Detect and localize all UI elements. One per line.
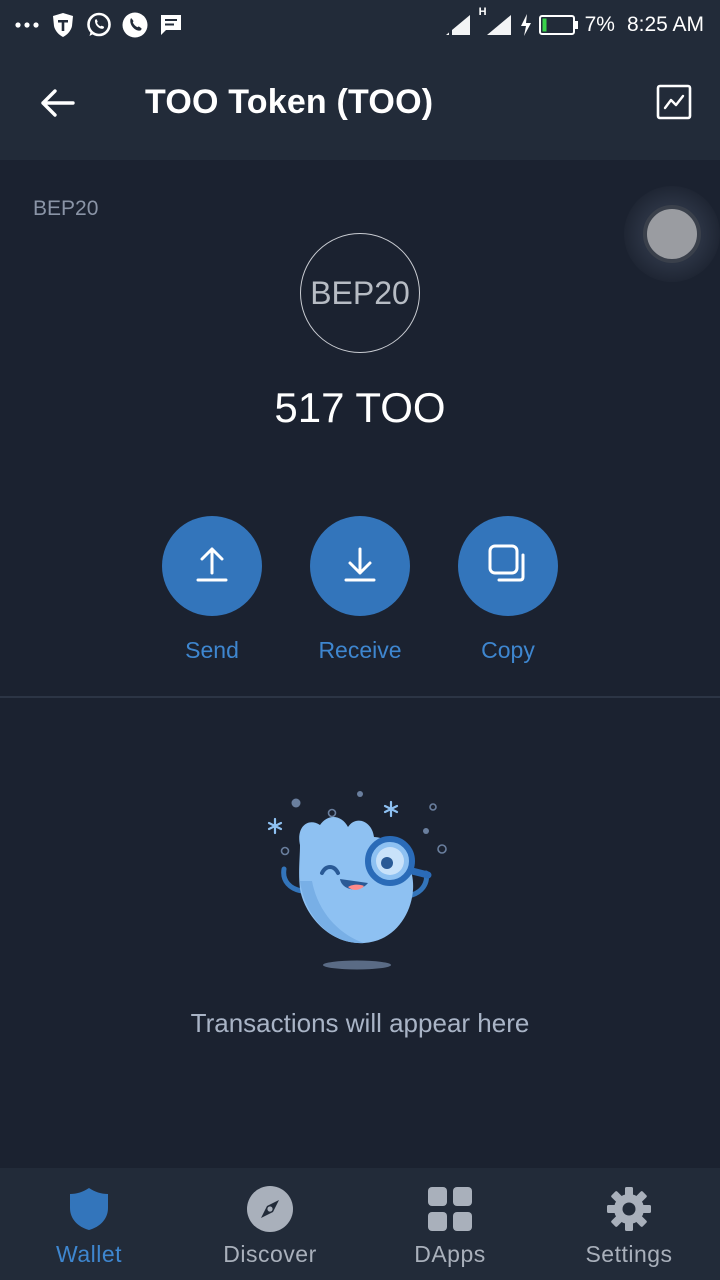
nav-item-dapps[interactable]: DApps <box>395 1168 505 1280</box>
toggle-knob-inner <box>643 205 701 263</box>
message-icon <box>158 12 184 38</box>
nav-item-settings[interactable]: Settings <box>568 1168 690 1280</box>
token-logo: BEP20 <box>300 233 420 353</box>
nav-label-discover: Discover <box>223 1241 317 1267</box>
nav-label-settings: Settings <box>585 1241 673 1267</box>
download-arrow-icon <box>343 545 377 588</box>
copy-action: Copy <box>448 516 568 664</box>
gear-icon <box>605 1185 653 1233</box>
app-header: TOO Token (TOO) <box>0 50 720 160</box>
send-button[interactable] <box>162 516 262 616</box>
receive-action: Receive <box>300 516 420 664</box>
signal-icon <box>443 12 473 38</box>
page-title: TOO Token (TOO) <box>145 83 434 121</box>
empty-state-text: Transactions will appear here <box>190 1008 530 1038</box>
signal-h-icon: H <box>479 6 513 38</box>
send-label[interactable]: Send <box>185 637 239 664</box>
divider <box>0 696 720 698</box>
copy-label[interactable]: Copy <box>481 637 535 664</box>
more-dots-icon <box>14 12 40 38</box>
receive-button[interactable] <box>310 516 410 616</box>
price-chart-button[interactable] <box>654 84 694 124</box>
line-chart-icon <box>656 84 692 125</box>
nav-label-dapps: DApps <box>414 1241 486 1267</box>
token-logo-text: BEP20 <box>310 274 410 311</box>
back-button[interactable] <box>32 80 82 130</box>
receive-label[interactable]: Receive <box>318 637 401 664</box>
charging-icon <box>519 12 533 38</box>
shield-icon <box>65 1185 113 1233</box>
battery-icon <box>538 12 579 38</box>
empty-state-illustration <box>260 785 460 975</box>
clock: 8:25 AM <box>626 13 704 36</box>
nav-item-discover[interactable]: Discover <box>205 1168 335 1280</box>
phone-icon <box>122 12 148 38</box>
network-label: BEP20 <box>33 197 99 220</box>
compass-icon <box>246 1185 294 1233</box>
status-left-icons <box>14 12 184 38</box>
send-action: Send <box>152 516 272 664</box>
network-type: H <box>478 6 487 18</box>
shield-app-icon <box>50 12 76 38</box>
token-balance: 517 TOO <box>274 384 446 431</box>
whatsapp-icon <box>86 12 112 38</box>
nav-label-wallet: Wallet <box>55 1241 123 1267</box>
battery-percent: 7% <box>584 13 615 36</box>
grid-icon <box>426 1185 474 1233</box>
status-right: H 7% 8:25 AM <box>443 6 704 38</box>
nav-item-wallet[interactable]: Wallet <box>30 1168 148 1280</box>
arrow-left-icon <box>39 88 75 123</box>
toggle-button[interactable] <box>624 186 720 282</box>
upload-arrow-icon <box>195 545 229 588</box>
bottom-nav: Wallet Discover DApps Settings <box>0 1168 720 1280</box>
copy-button[interactable] <box>458 516 558 616</box>
status-bar: H 7% 8:25 AM <box>0 0 720 50</box>
copy-icon <box>488 544 528 589</box>
